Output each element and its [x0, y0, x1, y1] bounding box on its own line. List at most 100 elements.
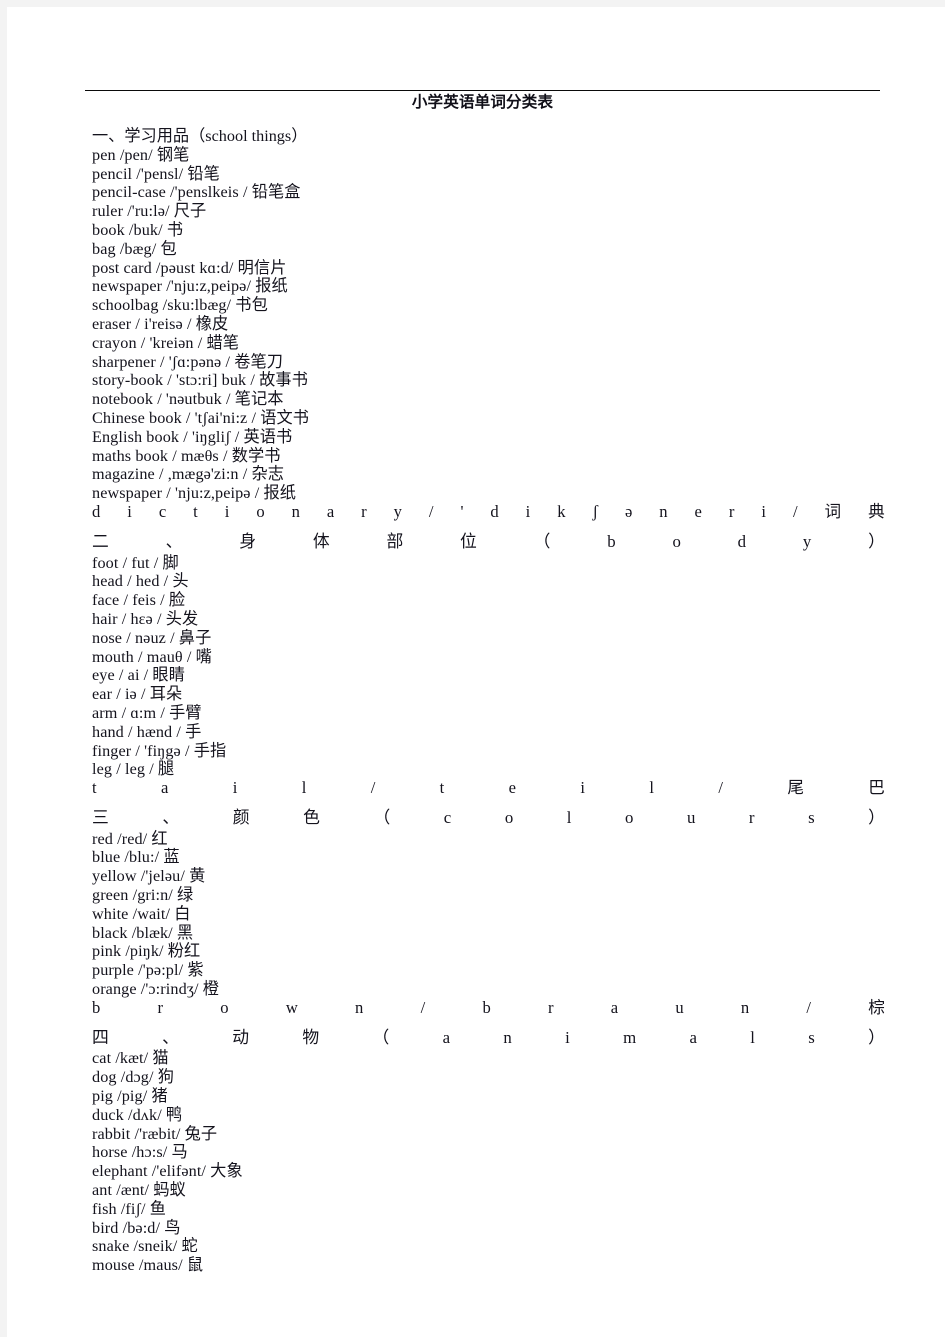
glyph-cjk: 词 — [824, 501, 842, 521]
vocabulary-entry: ant /ænt/ 蚂蚁 — [92, 1181, 186, 1200]
vocabulary-entry: maths book / mæθs / 数学书 — [92, 446, 281, 465]
glyph-latin: b — [92, 997, 101, 1017]
glyph-latin: o — [672, 531, 681, 551]
glyph-latin: n — [659, 501, 668, 521]
glyph-cjk: 典 — [868, 501, 885, 521]
vocabulary-entry: ear / iə / 耳朵 — [92, 685, 183, 704]
glyph-latin: y — [393, 501, 402, 521]
glyph-latin: / — [792, 501, 798, 521]
vocabulary-entry: horse /hɔ:s/ 马 — [92, 1143, 188, 1162]
section-heading: 一、学习用品（school things） — [92, 127, 308, 145]
glyph-latin: r — [728, 501, 735, 521]
glyph-latin: r — [361, 501, 367, 521]
glyph-latin: d — [737, 531, 747, 551]
glyph-latin: / — [420, 997, 426, 1017]
vocabulary-entry: white /wait/ 白 — [92, 904, 191, 923]
vocabulary-entry: mouse /maus/ 鼠 — [92, 1256, 204, 1275]
glyph-latin: t — [92, 778, 97, 798]
vocabulary-entry: bag /bæg/ 包 — [92, 239, 177, 258]
glyph-latin: t — [439, 778, 445, 798]
vocabulary-entry: pink /piŋk/ 粉红 — [92, 942, 201, 961]
glyph-latin: l — [566, 807, 572, 827]
page-title: 小学英语单词分类表 — [411, 94, 554, 111]
glyph-cjk: 动 — [232, 1027, 250, 1047]
glyph-latin: o — [220, 997, 229, 1017]
glyph-cjk: 色 — [303, 807, 320, 827]
vocabulary-entry: newspaper /'nju:z,peipə/ 报纸 — [92, 277, 288, 296]
glyph-latin: i — [565, 1027, 570, 1047]
glyph-latin: i — [525, 501, 531, 521]
vocabulary-entry: face / feis / 脸 — [92, 591, 186, 610]
vocabulary-entry: hair / hɛə / 头发 — [92, 609, 199, 628]
vocabulary-entry: pencil /'pensl/ 铅笔 — [92, 164, 220, 183]
glyph-cjk: 体 — [312, 531, 330, 551]
glyph-cjk: 二 — [92, 531, 109, 551]
document-page: 小学英语单词分类表 一、学习用品（school things） pen /pen/… — [7, 7, 945, 1337]
glyph-latin: / — [370, 778, 376, 798]
vocabulary-entry: crayon / 'kreiən / 蜡笔 — [92, 333, 240, 352]
glyph-latin: b — [607, 531, 616, 551]
vocabulary-entry: blue /blu:/ 蓝 — [92, 848, 180, 867]
vocabulary-entry: book /buk/ 书 — [92, 220, 184, 239]
glyph-cjk: （ — [373, 807, 391, 827]
glyph-latin: u — [675, 997, 684, 1017]
vocabulary-entry: purple /'pə:pl/ 紫 — [92, 961, 204, 980]
document-body: 一、学习用品（school things） pen /pen/ 钢笔 pencil … — [92, 127, 887, 1275]
glyph-latin: n — [355, 997, 364, 1017]
vocabulary-entry: pen /pen/ 钢笔 — [92, 145, 190, 164]
glyph-cjk: 、 — [162, 807, 180, 827]
glyph-latin: a — [610, 997, 619, 1017]
vocabulary-entry: rabbit /'ræbit/ 兔子 — [92, 1124, 218, 1143]
glyph-latin: c — [158, 501, 167, 521]
vocabulary-entry: duck /dʌk/ 鸭 — [92, 1105, 183, 1124]
glyph-latin: o — [504, 807, 514, 827]
header-rule — [85, 90, 880, 91]
vocabulary-entry: newspaper / 'nju:z,peipə / 报纸 — [92, 484, 297, 503]
glyph-latin: t — [193, 501, 198, 521]
vocabulary-entry: story-book / 'stɔ:ri] buk / 故事书 — [92, 371, 308, 390]
vocabulary-entry-justified: b r o w n / b r a u n / 棕 — [92, 997, 885, 1018]
glyph-cjk: （ — [372, 1027, 390, 1047]
vocabulary-entry: English book / 'iŋgliʃ / 英语书 — [92, 427, 293, 446]
vocabulary-entry: elephant /'elifənt/ 大象 — [92, 1162, 243, 1181]
vocabulary-entry: bird /bə:d/ 鸟 — [92, 1218, 181, 1237]
glyph-latin: / — [718, 778, 723, 798]
glyph-latin: ʃ — [592, 501, 599, 521]
vocabulary-entry: snake /sneik/ 蛇 — [92, 1237, 198, 1256]
glyph-latin: k — [557, 501, 566, 521]
vocabulary-entry: magazine / ,mægə'zi:n / 杂志 — [92, 465, 285, 484]
glyph-latin: c — [443, 807, 452, 827]
glyph-cjk: ） — [868, 531, 885, 551]
glyph-latin: r — [547, 997, 554, 1017]
vocabulary-entry: Chinese book / 'tʃai'ni:z / 语文书 — [92, 408, 310, 427]
section-heading: 二 、 身 体 部 位 （ b o d y ） — [92, 531, 885, 552]
glyph-latin: u — [686, 807, 696, 827]
glyph-cjk: 三 — [92, 807, 109, 827]
glyph-latin: o — [256, 501, 265, 521]
glyph-latin: y — [802, 531, 812, 551]
glyph-cjk: （ — [533, 531, 551, 551]
glyph-latin: e — [694, 501, 702, 521]
glyph-latin: a — [689, 1027, 697, 1047]
vocabulary-entry: fish /fiʃ/ 鱼 — [92, 1199, 167, 1218]
vocabulary-entry: sharpener / 'ʃɑ:pənə / 卷笔刀 — [92, 352, 284, 371]
vocabulary-entry: red /red/ 红 — [92, 829, 168, 848]
glyph-cjk: ） — [868, 807, 885, 827]
glyph-latin: n — [503, 1027, 512, 1047]
glyph-latin: a — [442, 1027, 451, 1047]
glyph-latin: d — [92, 501, 101, 521]
vocabulary-entry: head / hed / 头 — [92, 572, 189, 591]
glyph-cjk: 、 — [162, 1027, 179, 1047]
glyph-latin: ' — [460, 501, 464, 521]
glyph-latin: l — [649, 778, 654, 798]
section-heading: 三 、 颜 色 （ c o l o u r s ） — [92, 807, 885, 828]
glyph-latin: d — [490, 501, 499, 521]
glyph-latin: e — [508, 778, 517, 798]
vocabulary-entry-justified: d i c t i o n a r y / ' d i k ʃ ə n e r i / 词 典 — [92, 501, 885, 522]
glyph-cjk: 巴 — [868, 778, 885, 798]
glyph-cjk: 位 — [460, 531, 477, 551]
glyph-latin: / — [428, 501, 434, 521]
glyph-latin: i — [580, 778, 586, 798]
glyph-latin: o — [625, 807, 634, 827]
glyph-cjk: 身 — [239, 531, 257, 551]
